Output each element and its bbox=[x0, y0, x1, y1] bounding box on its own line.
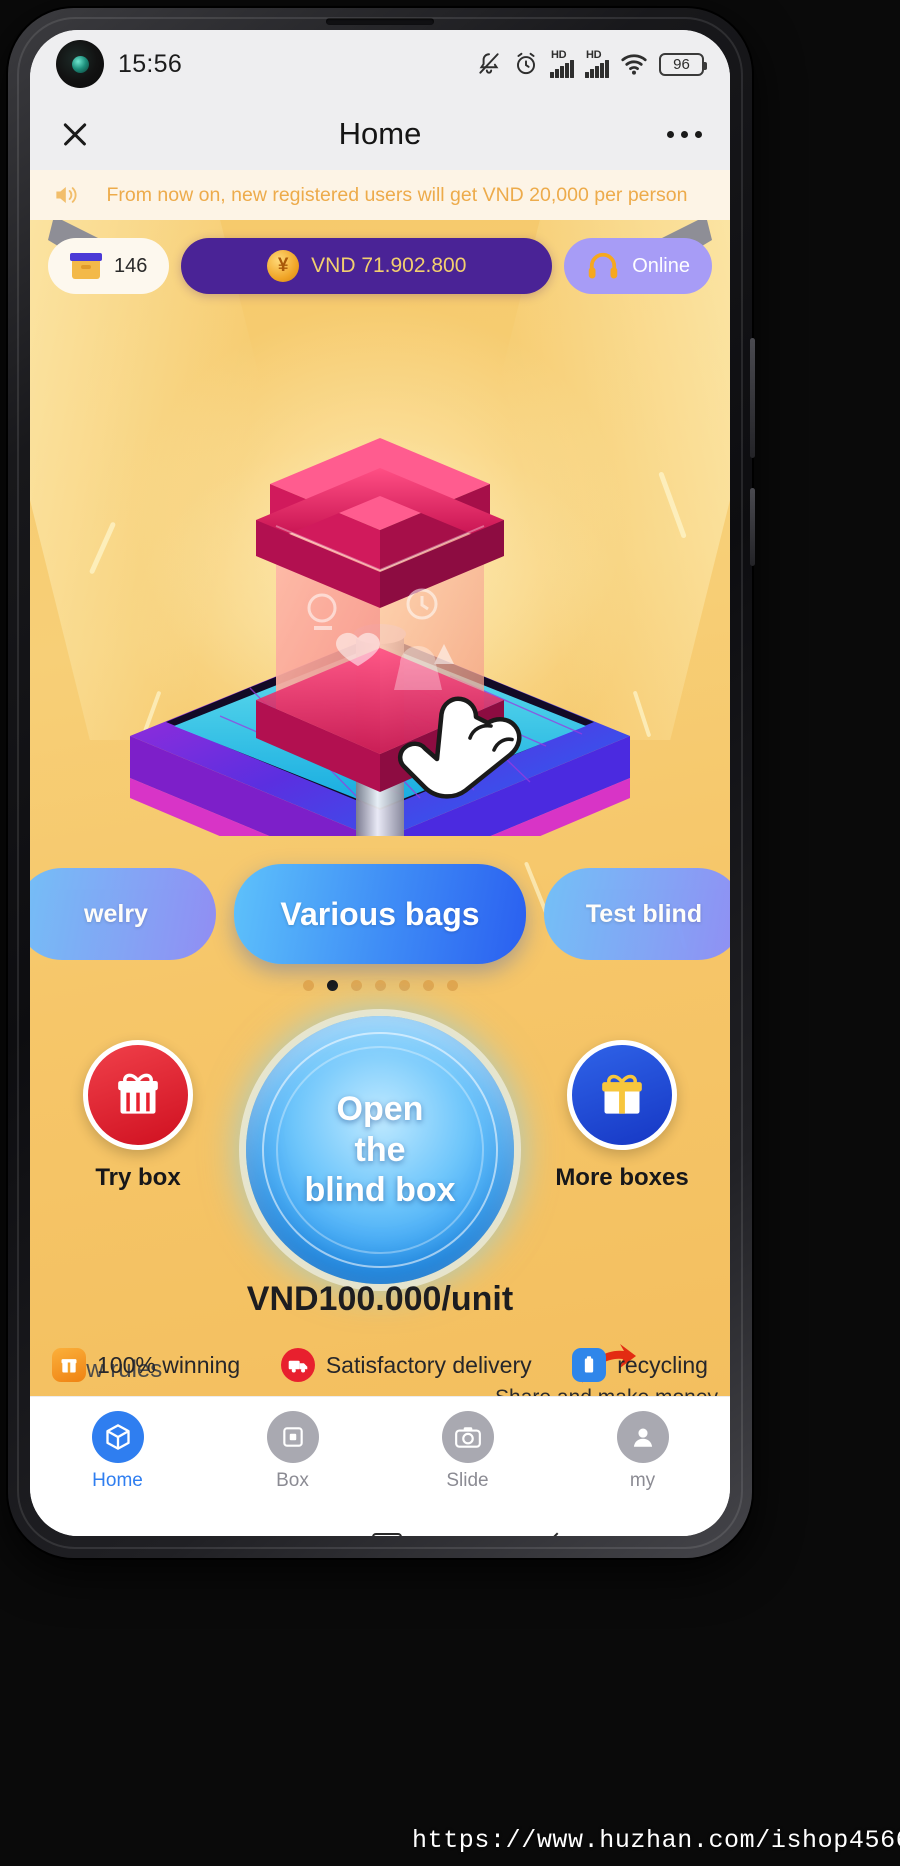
balance-pill[interactable]: ¥ VND 71.902.800 bbox=[181, 238, 553, 294]
cube-icon bbox=[91, 1411, 144, 1463]
phone-frame: 15:56 HD HD 96 Home From now on, new reg… bbox=[8, 8, 755, 1558]
tab-slide-label: Slide bbox=[446, 1470, 489, 1491]
gift-box-icon bbox=[602, 1074, 642, 1114]
coin-icon: ¥ bbox=[267, 250, 300, 282]
try-box-label: Try box bbox=[95, 1164, 181, 1191]
tab-home[interactable]: Home bbox=[30, 1411, 205, 1492]
wifi-icon bbox=[621, 54, 647, 75]
battery-level: 96 bbox=[673, 55, 690, 73]
tab-home-label: Home bbox=[92, 1470, 143, 1491]
open-blind-box-button[interactable]: Open the blind box bbox=[246, 1016, 514, 1284]
feature-item: Satisfactory delivery bbox=[280, 1348, 532, 1382]
page-title: Home bbox=[338, 116, 422, 151]
truck-icon bbox=[280, 1348, 315, 1382]
status-icons: HD HD 96 bbox=[476, 49, 707, 78]
mute-bell-icon bbox=[479, 53, 499, 74]
volume-button[interactable] bbox=[750, 338, 755, 458]
action-row: Try box Open the blind box More boxes bbox=[30, 1016, 730, 1284]
feature-label: Satisfactory delivery bbox=[325, 1351, 532, 1378]
box-icon bbox=[70, 253, 102, 279]
feature-label: recycling bbox=[617, 1351, 708, 1378]
front-camera-punch-hole bbox=[56, 40, 104, 88]
carousel-dot[interactable] bbox=[398, 980, 410, 991]
person-icon bbox=[616, 1411, 669, 1463]
menu-icon[interactable] bbox=[192, 1532, 228, 1536]
carousel-dot[interactable] bbox=[302, 980, 314, 991]
headset-icon bbox=[588, 252, 618, 279]
box-icon bbox=[266, 1411, 319, 1463]
screenshot-stage: 15:56 HD HD 96 Home From now on, new reg… bbox=[0, 0, 900, 1866]
camera-icon bbox=[441, 1411, 494, 1463]
more-boxes-circle bbox=[567, 1040, 677, 1150]
category-prev[interactable]: welry bbox=[30, 868, 216, 960]
hd-signal-icon: HD bbox=[585, 49, 609, 78]
carousel-pagination bbox=[30, 980, 730, 991]
alarm-clock-icon bbox=[517, 52, 535, 75]
gift-icon bbox=[118, 1073, 158, 1114]
system-navigation-bar bbox=[30, 1506, 730, 1536]
box-count-pill[interactable]: 146 bbox=[48, 238, 170, 294]
phone-screen: 15:56 HD HD 96 Home From now on, new reg… bbox=[30, 30, 730, 1536]
power-button[interactable] bbox=[750, 488, 755, 566]
home-square-icon[interactable] bbox=[372, 1533, 402, 1536]
feature-badges: 100% winning Satisfactory delivery recyc… bbox=[30, 1334, 730, 1396]
balance-value: VND 71.902.800 bbox=[311, 254, 467, 277]
top-pills-row: 146 ¥ VND 71.902.800 Online bbox=[30, 238, 730, 294]
tab-my-label: my bbox=[629, 1470, 656, 1491]
feature-label: 100% winning bbox=[97, 1351, 241, 1378]
more-boxes-label: More boxes bbox=[555, 1164, 689, 1191]
carousel-dot[interactable] bbox=[422, 980, 434, 991]
hd-signal-icon: HD bbox=[550, 49, 574, 78]
open-line-1: Open bbox=[336, 1089, 424, 1128]
try-box-button[interactable]: Try box bbox=[48, 1040, 228, 1192]
back-icon[interactable] bbox=[541, 1532, 573, 1536]
try-box-circle bbox=[83, 1040, 193, 1150]
unit-price: VND100.000/unit bbox=[246, 1280, 514, 1318]
home-content: 146 ¥ VND 71.902.800 Online welry Variou… bbox=[30, 220, 730, 1396]
status-clock: 15:56 bbox=[118, 49, 183, 78]
carousel-dot[interactable] bbox=[446, 980, 458, 991]
app-header: Home bbox=[30, 98, 730, 170]
recycle-icon bbox=[572, 1348, 607, 1382]
speaker-icon bbox=[56, 186, 77, 204]
announcement-banner[interactable]: From now on, new registered users will g… bbox=[30, 170, 730, 220]
customer-service-pill[interactable]: Online bbox=[564, 238, 712, 294]
blind-box-hero[interactable] bbox=[30, 316, 730, 846]
category-active[interactable]: Various bags bbox=[234, 864, 526, 964]
announcement-text: From now on, new registered users will g… bbox=[106, 183, 688, 206]
earpiece-speaker bbox=[326, 18, 434, 25]
support-label: Online bbox=[632, 254, 690, 277]
more-boxes-button[interactable]: More boxes bbox=[532, 1040, 712, 1192]
more-options-icon[interactable] bbox=[667, 130, 702, 138]
category-next[interactable]: Test blind bbox=[544, 868, 730, 960]
open-btn-text: Open the blind box bbox=[304, 1089, 455, 1211]
tab-my[interactable]: my bbox=[555, 1411, 730, 1492]
box-count-value: 146 bbox=[114, 254, 148, 277]
battery-icon: 96 bbox=[659, 52, 707, 76]
carousel-dot-active[interactable] bbox=[326, 980, 338, 991]
tab-box[interactable]: Box bbox=[205, 1411, 380, 1492]
category-carousel: welry Various bags Test blind bbox=[30, 860, 730, 968]
bottom-tab-bar: Home Box Slide my bbox=[30, 1396, 730, 1506]
tab-slide[interactable]: Slide bbox=[380, 1411, 555, 1492]
close-icon[interactable] bbox=[58, 117, 92, 151]
watermark-url: https://www.huzhan.com/ishop45665 bbox=[412, 1826, 900, 1855]
carousel-dot[interactable] bbox=[350, 980, 362, 991]
status-bar: 15:56 HD HD 96 bbox=[30, 30, 730, 98]
carousel-dot[interactable] bbox=[374, 980, 386, 991]
tab-box-label: Box bbox=[276, 1470, 309, 1491]
gift-icon bbox=[52, 1348, 86, 1382]
feature-item: 100% winning bbox=[52, 1348, 240, 1382]
open-line-2: the bbox=[354, 1130, 406, 1169]
blind-box-illustration bbox=[130, 436, 630, 836]
feature-item: recycling bbox=[572, 1348, 708, 1382]
open-line-3: blind box bbox=[304, 1171, 456, 1210]
